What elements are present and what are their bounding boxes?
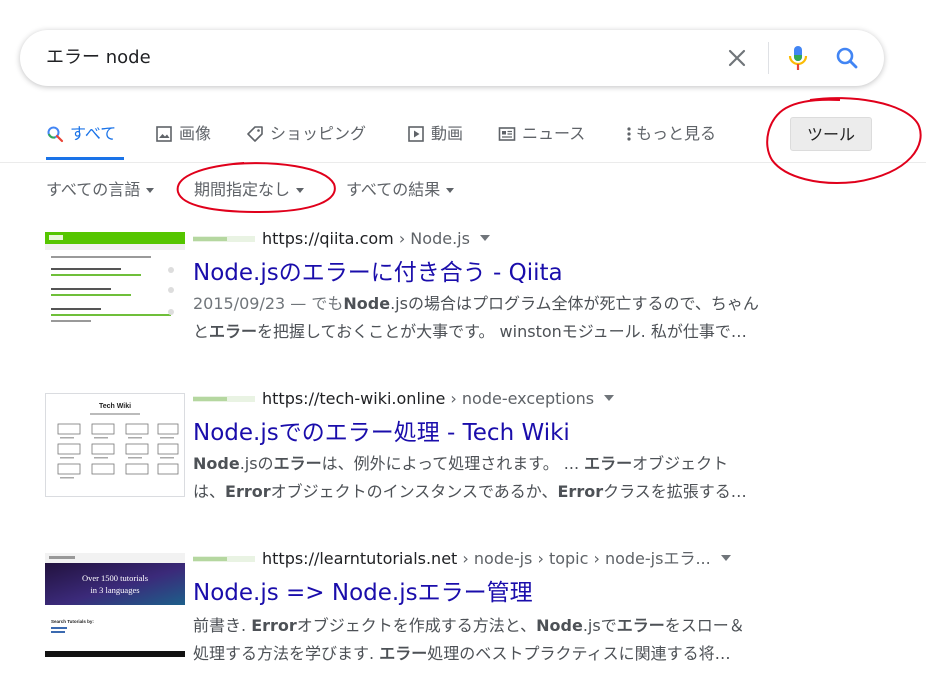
learntutorials-page-preview: Over 1500 tutorials in 3 languages Searc… <box>45 553 185 657</box>
active-tab-indicator <box>46 157 124 160</box>
snippet-highlight: エラー <box>616 616 665 635</box>
tab-shopping[interactable]: ショッピング <box>246 120 366 150</box>
result-url-domain: https://tech-wiki.online <box>262 389 446 408</box>
dropdown-arrow-icon <box>446 188 455 193</box>
snippet-highlight: Error <box>557 482 604 501</box>
snippet-text: .jsの <box>239 454 274 473</box>
result-title[interactable]: Node.js => Node.jsエラー管理 <box>193 578 533 608</box>
result-url-path: › node-exceptions <box>445 389 595 408</box>
search-box <box>20 30 884 86</box>
filter-language-label: すべての言語 <box>46 180 141 199</box>
favicon-placeholder <box>193 396 255 402</box>
snippet-text: 処理する方法を学びます. <box>193 644 380 663</box>
result-snippet: 前書き. Errorオブジェクトを作成する方法と、Node.jsでエラーをスロー… <box>193 612 793 668</box>
favicon-placeholder <box>193 556 255 562</box>
tab-more-label: もっと見る <box>636 124 717 143</box>
snippet-highlight: Node <box>193 454 240 473</box>
result-snippet: 2015/09/23 — でもNode.jsの場合はプログラム全体が死亡するので… <box>193 290 793 346</box>
snippet-text: を把握しておくことが大事です。 winstonモジュール. 私が仕事で… <box>257 322 747 341</box>
result-url[interactable]: https://tech-wiki.online › node-exceptio… <box>262 388 615 410</box>
tab-news-label: ニュース <box>522 124 586 143</box>
image-icon <box>156 126 172 142</box>
tab-images-label: 画像 <box>179 124 212 143</box>
search-icon <box>47 126 64 143</box>
filter-results-label: すべての結果 <box>346 180 441 199</box>
snippet-text: 前書き. <box>193 616 252 635</box>
close-icon[interactable] <box>725 46 749 70</box>
tab-images[interactable]: 画像 <box>155 120 211 150</box>
snippet-text: 処理のベストプラクティスに関連する将… <box>427 644 731 663</box>
result-title[interactable]: Node.jsでのエラー処理 - Tech Wiki <box>193 418 570 448</box>
dropdown-arrow-icon[interactable] <box>604 395 615 401</box>
tab-more[interactable]: もっと見る <box>626 120 716 150</box>
snippet-text: をスロー＆ <box>664 616 745 635</box>
snippet-text: クラスを拡張する… <box>603 482 747 501</box>
snippet-highlight: Error <box>225 482 271 501</box>
filter-language[interactable]: すべての言語 <box>46 178 155 202</box>
filter-period-label: 期間指定なし <box>194 180 291 199</box>
search-input[interactable] <box>46 30 696 86</box>
thumbnail-search-label: Search Tutorials by: <box>51 619 94 624</box>
dropdown-arrow-icon[interactable] <box>720 555 731 561</box>
tech-wiki-page-preview: Tech Wiki <box>46 394 184 496</box>
snippet-highlight: Node <box>343 294 391 313</box>
thumbnail-banner-line2: in 3 languages <box>90 585 139 595</box>
snippet-text: オブジェクトを作成する方法と、 <box>296 616 537 635</box>
filter-results[interactable]: すべての結果 <box>346 178 455 202</box>
snippet-highlight: エラー <box>584 454 633 473</box>
tag-icon <box>247 126 263 142</box>
result-url-path: › Node.js <box>393 229 470 248</box>
thumbnail-banner-line1: Over 1500 tutorials <box>82 573 148 583</box>
news-icon <box>498 127 516 141</box>
favicon-placeholder <box>193 236 255 242</box>
dropdown-arrow-icon <box>296 188 305 193</box>
search-divider <box>768 42 769 74</box>
microphone-icon[interactable] <box>786 44 810 72</box>
thumbnail-title: Tech Wiki <box>99 403 131 410</box>
result-url-domain: https://qiita.com <box>262 229 394 248</box>
result-thumbnail[interactable]: Over 1500 tutorials in 3 languages Searc… <box>45 553 185 657</box>
tab-all[interactable]: すべて <box>46 120 116 150</box>
snippet-highlight: Error <box>251 616 297 635</box>
result-thumbnail[interactable] <box>45 232 185 336</box>
snippet-text: は、例外によって処理されます。 ... <box>321 454 585 473</box>
result-thumbnail[interactable]: Tech Wiki <box>45 393 185 497</box>
snippet-highlight: エラー <box>209 322 258 341</box>
dropdown-arrow-icon <box>146 188 155 193</box>
result-url[interactable]: https://learntutorials.net › node-js › t… <box>262 548 731 570</box>
tab-videos[interactable]: 動画 <box>407 120 463 150</box>
result-title[interactable]: Node.jsのエラーに付き合う - Qiita <box>193 258 563 288</box>
filter-period[interactable]: 期間指定なし <box>194 178 305 202</box>
result-url-path: › node-js › topic › node-jsエラ... <box>457 549 711 568</box>
result-snippet: Node.jsのエラーは、例外によって処理されます。 ... エラーオブジェクト… <box>193 450 793 506</box>
tab-shopping-label: ショッピング <box>270 124 367 143</box>
search-icon[interactable] <box>834 45 860 71</box>
snippet-text: .jsで <box>582 616 617 635</box>
snippet-text: は、 <box>193 482 226 501</box>
snippet-text: オブジェクトのインスタンスであるか、 <box>270 482 558 501</box>
snippet-highlight: エラー <box>379 644 428 663</box>
snippet-highlight: エラー <box>273 454 322 473</box>
dropdown-arrow-icon[interactable] <box>479 235 490 241</box>
tabs-divider <box>0 162 926 163</box>
snippet-text: オブジェクト <box>632 454 729 473</box>
tab-videos-label: 動画 <box>431 124 464 143</box>
result-url[interactable]: https://qiita.com › Node.js <box>262 228 490 250</box>
snippet-highlight: Node <box>536 616 583 635</box>
snippet-text: と <box>193 322 210 341</box>
result-url-domain: https://learntutorials.net <box>262 549 458 568</box>
video-icon <box>408 126 424 142</box>
more-vert-icon <box>627 127 631 141</box>
tab-all-label: すべて <box>70 124 117 143</box>
tools-button[interactable]: ツール <box>790 117 872 151</box>
tab-news[interactable]: ニュース <box>498 120 585 150</box>
qiita-page-preview <box>45 232 185 336</box>
snippet-text: .jsの場合はプログラム全体が死亡するので、ちゃん <box>390 294 759 313</box>
search-tabs: すべて 画像 ショッピング 動画 ニュース もっと見る <box>0 110 926 162</box>
snippet-text: 2015/09/23 — でも <box>193 294 344 313</box>
